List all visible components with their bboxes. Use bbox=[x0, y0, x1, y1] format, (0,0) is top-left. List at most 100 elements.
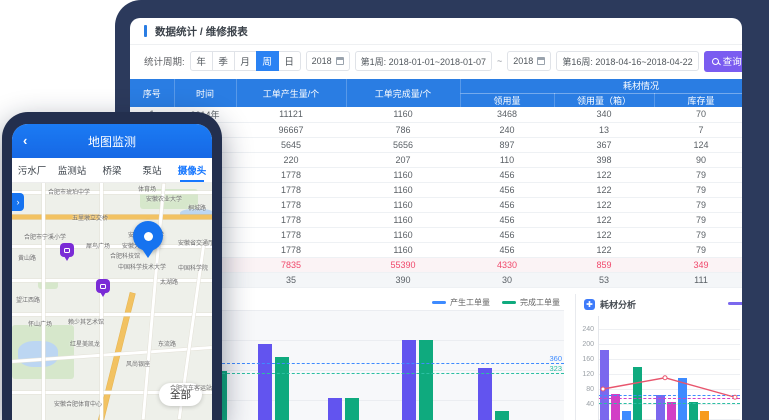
table-cell: 11121 bbox=[236, 107, 346, 122]
period-label: 统计周期: bbox=[144, 54, 185, 68]
table-cell: 897 bbox=[460, 137, 554, 152]
camera-marker[interactable] bbox=[60, 243, 74, 257]
table-cell: 5656 bbox=[346, 137, 460, 152]
map-lake bbox=[18, 341, 58, 367]
map-label: 怀山广场 bbox=[28, 319, 52, 328]
table-cell: 70 bbox=[654, 107, 742, 122]
query-button[interactable]: 查询 bbox=[704, 51, 742, 72]
y-tick-label: 80 bbox=[586, 386, 594, 393]
camera-marker[interactable] bbox=[96, 279, 110, 293]
camera-icon bbox=[64, 248, 70, 253]
col-header-completed: 工单完成量/个 bbox=[346, 79, 460, 107]
table-cell: 220 bbox=[236, 152, 346, 167]
table-cell: 122 bbox=[554, 197, 654, 212]
table-row: 12014年111211160346834070250 bbox=[130, 107, 742, 122]
bar-产生工单量 bbox=[258, 344, 272, 420]
table-cell: 122 bbox=[554, 167, 654, 182]
table-cell: 1778 bbox=[236, 167, 346, 182]
selected-location-pin[interactable] bbox=[133, 221, 163, 251]
phone-tab-桥梁[interactable]: 桥梁 bbox=[92, 158, 132, 182]
table-cell: 90 bbox=[654, 152, 742, 167]
table-cell: 79 bbox=[654, 182, 742, 197]
map-label: 犀鸟广场 bbox=[86, 241, 110, 250]
reference-line-label: 323 bbox=[549, 364, 562, 373]
period-option-日[interactable]: 日 bbox=[278, 51, 301, 71]
table-cell: 122 bbox=[554, 182, 654, 197]
map-label: 合肥市琥珀中学 bbox=[48, 187, 90, 196]
map-label: 中国科学院 bbox=[178, 263, 208, 272]
table-cell: 1778 bbox=[236, 212, 346, 227]
end-week-select[interactable]: 第16周: 2018-04-16~2018-04-22 bbox=[556, 51, 698, 71]
phone-tab-污水厂[interactable]: 污水厂 bbox=[12, 158, 52, 182]
table-cell: 1160 bbox=[346, 167, 460, 182]
table-cell: 7835 bbox=[236, 257, 346, 272]
table-cell: 53 bbox=[554, 272, 654, 287]
map-view[interactable]: › 全部 合肥市琥珀中学体育场安徽农业大学桐城路五里墩立交桥安徽医科大学合肥市宁… bbox=[12, 183, 212, 420]
col-header-time: 时间 bbox=[174, 79, 236, 107]
phone-tab-bar: 污水厂监测站桥梁泵站摄像头 bbox=[12, 158, 212, 183]
table-cell: 1160 bbox=[346, 182, 460, 197]
bar-完成工单量 bbox=[345, 398, 359, 420]
work-order-plot-area: 360323 bbox=[222, 310, 564, 420]
phone-tab-摄像头[interactable]: 摄像头 bbox=[172, 158, 212, 182]
bar-产生工单量 bbox=[402, 340, 416, 420]
table-cell: 1160 bbox=[346, 242, 460, 257]
page: 数据统计 / 维修报表 统计周期: 年季月周日 2018 第1周: 2018-0… bbox=[0, 0, 769, 420]
period-option-季[interactable]: 季 bbox=[212, 51, 235, 71]
period-option-年[interactable]: 年 bbox=[190, 51, 213, 71]
table-cell: 5645 bbox=[236, 137, 346, 152]
table-cell: 456 bbox=[460, 227, 554, 242]
bar-完成工单量 bbox=[419, 340, 433, 420]
reference-line: 323 bbox=[222, 373, 564, 374]
table-cell: 4330 bbox=[460, 257, 554, 272]
period-option-周[interactable]: 周 bbox=[256, 51, 279, 71]
phone-tab-泵站[interactable]: 泵站 bbox=[132, 158, 172, 182]
range-separator: ~ bbox=[497, 56, 502, 66]
table-cell: 110 bbox=[460, 152, 554, 167]
legend-swatch bbox=[432, 301, 446, 304]
back-icon[interactable]: ‹ bbox=[23, 133, 27, 148]
trend-line bbox=[599, 316, 739, 420]
phone-header: ‹ 地图监测 bbox=[12, 124, 212, 158]
y-tick-label: 120 bbox=[582, 371, 594, 378]
map-label: 望江西路 bbox=[16, 295, 40, 304]
start-year-select[interactable]: 2018 bbox=[306, 51, 350, 71]
end-week-value: 第16周: 2018-04-16~2018-04-22 bbox=[562, 55, 692, 68]
end-year-select[interactable]: 2018 bbox=[507, 51, 551, 71]
start-week-value: 第1周: 2018-01-01~2018-01-07 bbox=[361, 55, 486, 68]
consumable-chart-title: 耗材分析 bbox=[600, 298, 636, 311]
table-cell: 786 bbox=[346, 122, 460, 137]
legend-item: 完成工单量 bbox=[502, 297, 560, 308]
table-cell: 7 bbox=[654, 122, 742, 137]
map-label: 东流路 bbox=[158, 339, 176, 348]
bar-产生工单量 bbox=[478, 368, 492, 420]
phone-page-title: 地图监测 bbox=[88, 133, 136, 150]
table-cell: 1778 bbox=[236, 197, 346, 212]
table-cell: 1160 bbox=[346, 197, 460, 212]
legend-swatch bbox=[728, 302, 742, 305]
table-cell: 111 bbox=[654, 272, 742, 287]
period-option-月[interactable]: 月 bbox=[234, 51, 257, 71]
breadcrumb-accent-bar bbox=[144, 25, 147, 37]
bar-完成工单量 bbox=[275, 357, 289, 420]
breadcrumb: 数据统计 / 维修报表 bbox=[130, 18, 742, 45]
map-label: 安徽合肥体育中心 bbox=[54, 399, 102, 408]
legend-item: 产生工单量 bbox=[432, 297, 490, 308]
map-label: 安徽农业大学 bbox=[146, 194, 182, 203]
phone-tab-监测站[interactable]: 监测站 bbox=[52, 158, 92, 182]
col-header-index: 序号 bbox=[130, 79, 174, 107]
table-cell: 456 bbox=[460, 242, 554, 257]
table-cell: 859 bbox=[554, 257, 654, 272]
map-label: 合肥科技馆 bbox=[110, 251, 140, 260]
legend-swatch bbox=[502, 301, 516, 304]
panel-expand-chip[interactable]: › bbox=[12, 193, 24, 211]
work-order-chart-legend: 产生工单量 完成工单量 bbox=[432, 297, 560, 308]
table-cell: 122 bbox=[554, 227, 654, 242]
map-label: 体育场 bbox=[138, 184, 156, 193]
consumable-plot-area bbox=[598, 316, 740, 420]
bar-完成工单量 bbox=[495, 411, 509, 420]
start-week-select[interactable]: 第1周: 2018-01-01~2018-01-07 bbox=[355, 51, 492, 71]
table-cell: 390 bbox=[346, 272, 460, 287]
reference-line: 360 bbox=[222, 363, 564, 364]
search-icon bbox=[712, 58, 719, 65]
